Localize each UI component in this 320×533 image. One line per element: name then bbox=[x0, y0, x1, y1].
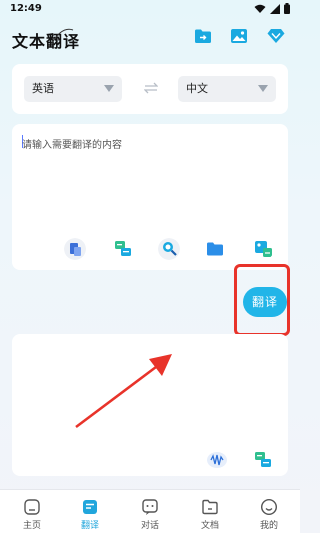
translate-tab-icon bbox=[83, 500, 97, 514]
header: 文本翻译 bbox=[0, 18, 300, 58]
bottom-tab-bar: 主页 翻译 对话 文档 我的 bbox=[0, 489, 300, 533]
target-language-select[interactable]: 中文 bbox=[178, 76, 276, 102]
translate-doc-icon[interactable] bbox=[64, 238, 86, 260]
tab-profile-label: 我的 bbox=[259, 521, 278, 531]
profile-icon bbox=[260, 498, 278, 516]
battery-icon bbox=[284, 3, 290, 14]
wifi-icon bbox=[254, 4, 266, 13]
dialog-icon bbox=[142, 499, 158, 515]
source-language-select[interactable]: 英语 bbox=[24, 76, 122, 102]
tab-translate[interactable]: 翻译 bbox=[65, 498, 115, 531]
status-bar: 12:49 bbox=[0, 0, 300, 18]
translate-button[interactable]: 翻译 bbox=[243, 287, 287, 317]
tab-home[interactable]: 主页 bbox=[7, 498, 57, 531]
language-bar: 英语 中文 bbox=[12, 64, 288, 114]
voice-wave-icon[interactable] bbox=[206, 450, 228, 470]
status-icons bbox=[254, 3, 290, 14]
tab-profile[interactable]: 我的 bbox=[244, 498, 294, 531]
chat-icon[interactable] bbox=[252, 450, 274, 470]
source-text-placeholder: 请输入需要翻译的内容 bbox=[22, 140, 122, 151]
title-decoration-icon bbox=[50, 28, 74, 45]
swap-arrows-icon[interactable] bbox=[144, 82, 158, 94]
source-text-area[interactable]: 请输入需要翻译的内容 bbox=[12, 124, 288, 270]
diamond-icon[interactable] bbox=[267, 28, 285, 44]
home-icon bbox=[24, 499, 40, 515]
tab-dialog[interactable]: 对话 bbox=[125, 498, 175, 531]
annotation-arrow bbox=[75, 354, 172, 429]
folder-export-icon[interactable] bbox=[194, 28, 212, 44]
target-language-label: 中文 bbox=[186, 82, 208, 95]
tab-home-label: 主页 bbox=[22, 521, 41, 531]
tab-document[interactable]: 文档 bbox=[185, 498, 235, 531]
folder-icon[interactable] bbox=[204, 238, 226, 260]
signal-icon bbox=[270, 3, 280, 14]
tab-translate-label: 翻译 bbox=[80, 521, 99, 531]
document-icon bbox=[202, 499, 218, 515]
chat-icon[interactable] bbox=[112, 238, 134, 260]
source-language-label: 英语 bbox=[32, 82, 54, 95]
image-translate-icon[interactable] bbox=[252, 238, 274, 260]
status-time: 12:49 bbox=[10, 3, 42, 14]
scan-search-icon[interactable] bbox=[158, 238, 180, 260]
tab-dialog-label: 对话 bbox=[140, 521, 159, 531]
chevron-down-icon bbox=[104, 85, 114, 92]
image-icon[interactable] bbox=[230, 28, 248, 44]
tab-document-label: 文档 bbox=[200, 521, 219, 531]
chevron-down-icon bbox=[258, 85, 268, 92]
